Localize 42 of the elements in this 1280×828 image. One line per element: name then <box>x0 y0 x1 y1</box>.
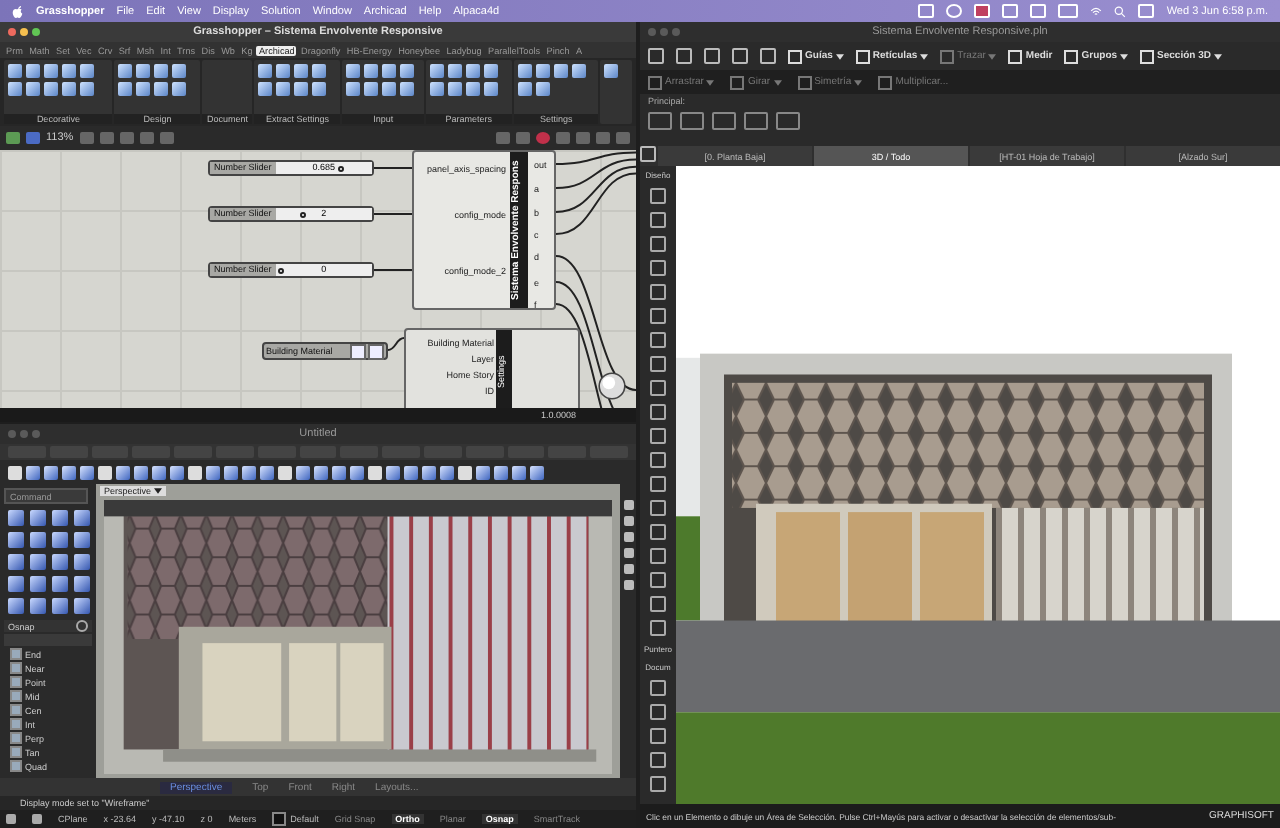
zoom-button[interactable] <box>32 28 40 36</box>
checkbox[interactable] <box>10 704 21 716</box>
checkbox[interactable] <box>10 746 21 758</box>
search-icon[interactable] <box>1114 5 1127 17</box>
checkbox[interactable] <box>10 760 21 772</box>
wire <box>373 167 413 169</box>
checkbox[interactable] <box>10 690 21 702</box>
layer-swatch-icon <box>272 812 287 826</box>
app-icon[interactable] <box>974 4 991 18</box>
checkbox[interactable] <box>10 648 21 660</box>
slider-knob[interactable] <box>299 211 306 217</box>
wifi-icon[interactable] <box>1090 5 1103 17</box>
checkbox[interactable] <box>10 732 21 744</box>
minimize-button[interactable] <box>20 28 28 36</box>
slider-knob[interactable] <box>338 165 345 171</box>
record-icon[interactable] <box>536 132 550 144</box>
battery-icon[interactable] <box>1058 4 1079 18</box>
tool-icon[interactable] <box>732 48 748 64</box>
caret-icon <box>988 53 997 59</box>
caret-icon <box>706 79 715 85</box>
caret-icon <box>1214 53 1222 59</box>
wire <box>387 337 405 351</box>
apple-icon[interactable] <box>12 3 24 19</box>
wire <box>373 269 413 271</box>
filter-field[interactable] <box>4 634 92 646</box>
checkbox[interactable] <box>10 718 21 730</box>
checkbox[interactable] <box>10 662 21 674</box>
navigation-ball-icon[interactable] <box>596 370 628 402</box>
caret-icon <box>1120 53 1129 59</box>
settings-icon[interactable] <box>76 620 88 632</box>
wire <box>373 213 413 215</box>
caret-icon <box>854 79 863 85</box>
tool-icon[interactable] <box>604 64 619 78</box>
caret-icon <box>920 53 929 59</box>
checkbox[interactable] <box>10 676 21 688</box>
circle-icon[interactable] <box>946 4 963 18</box>
slider-knob[interactable] <box>277 267 284 273</box>
caret-icon <box>773 79 782 85</box>
caret-icon <box>153 488 162 494</box>
caret-icon <box>835 53 844 59</box>
wire <box>555 255 636 391</box>
close-button[interactable] <box>8 28 16 36</box>
